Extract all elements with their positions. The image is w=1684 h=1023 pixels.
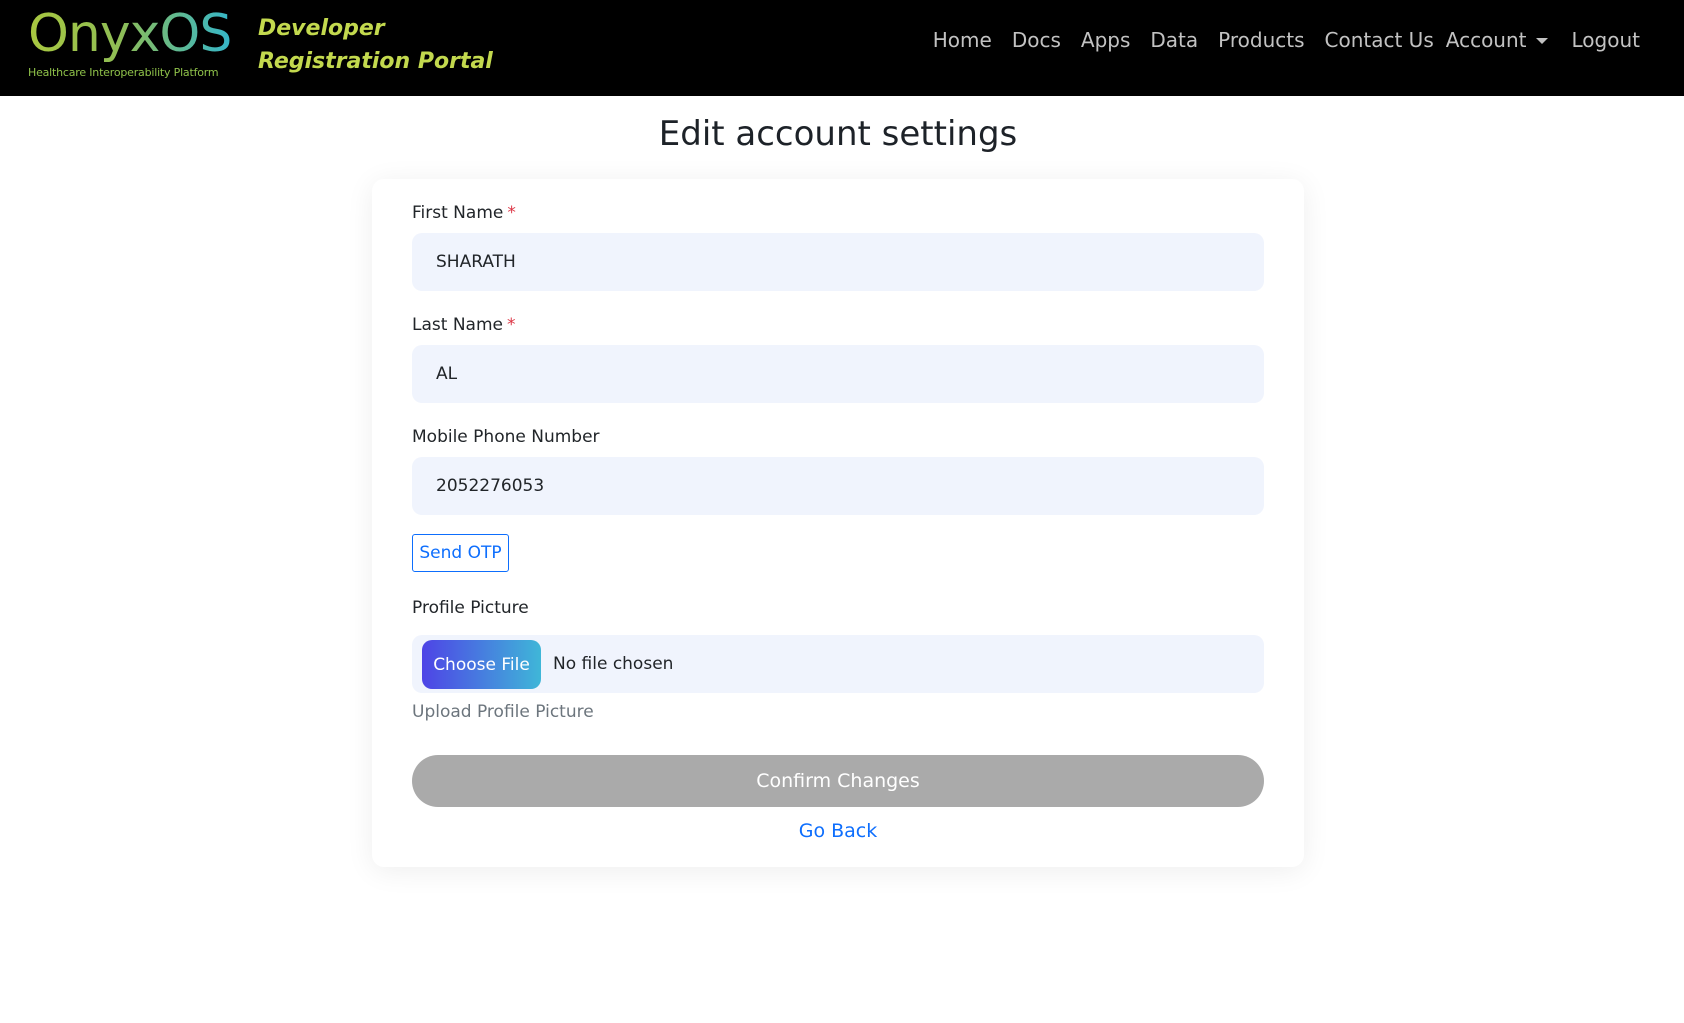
account-settings-card: First Name* Last Name* Mobile Phone Numb… [372,179,1304,867]
nav-apps[interactable]: Apps [1081,28,1131,52]
profile-picture-file-input[interactable]: Choose File No file chosen [412,635,1264,693]
choose-file-button[interactable]: Choose File [422,640,541,689]
page-title: Edit account settings [658,114,1018,154]
first-name-label: First Name * [412,203,516,223]
nav-data[interactable]: Data [1150,28,1198,52]
nav-account-label: Account [1445,28,1527,52]
first-name-label-text: First Name [412,203,504,223]
profile-picture-hint: Upload Profile Picture [412,702,594,722]
nav-logout[interactable]: Logout [1572,28,1640,52]
main-nav: Home Docs Apps Data Products Contact Us … [933,28,1640,52]
confirm-changes-button[interactable]: Confirm Changes [412,755,1264,807]
required-asterisk: * [506,315,516,335]
last-name-input[interactable] [412,345,1264,403]
last-name-label-text: Last Name [412,315,503,335]
nav-products[interactable]: Products [1218,28,1304,52]
navbar: OnyxOS Healthcare Interoperability Platf… [0,0,1684,96]
profile-picture-label: Profile Picture [412,598,529,618]
logo-tagline: Healthcare Interoperability Platform [28,66,219,79]
nav-contact-us[interactable]: Contact Us [1325,28,1434,52]
phone-input[interactable] [412,457,1264,515]
first-name-input[interactable] [412,233,1264,291]
send-otp-button[interactable]: Send OTP [412,534,509,572]
nav-docs[interactable]: Docs [1012,28,1061,52]
phone-label: Mobile Phone Number [412,427,600,447]
nav-home[interactable]: Home [933,28,992,52]
caret-down-icon [1535,38,1548,44]
go-back-link[interactable]: Go Back [372,820,1304,842]
logo-wordmark: OnyxOS [28,4,232,64]
nav-account-dropdown[interactable]: Account [1446,28,1548,52]
file-status-text: No file chosen [553,654,674,674]
last-name-label: Last Name * [412,315,515,335]
onyxos-logo[interactable]: OnyxOS Healthcare Interoperability Platf… [28,6,238,84]
required-asterisk: * [507,203,516,223]
portal-title: Developer Registration Portal [258,16,493,74]
